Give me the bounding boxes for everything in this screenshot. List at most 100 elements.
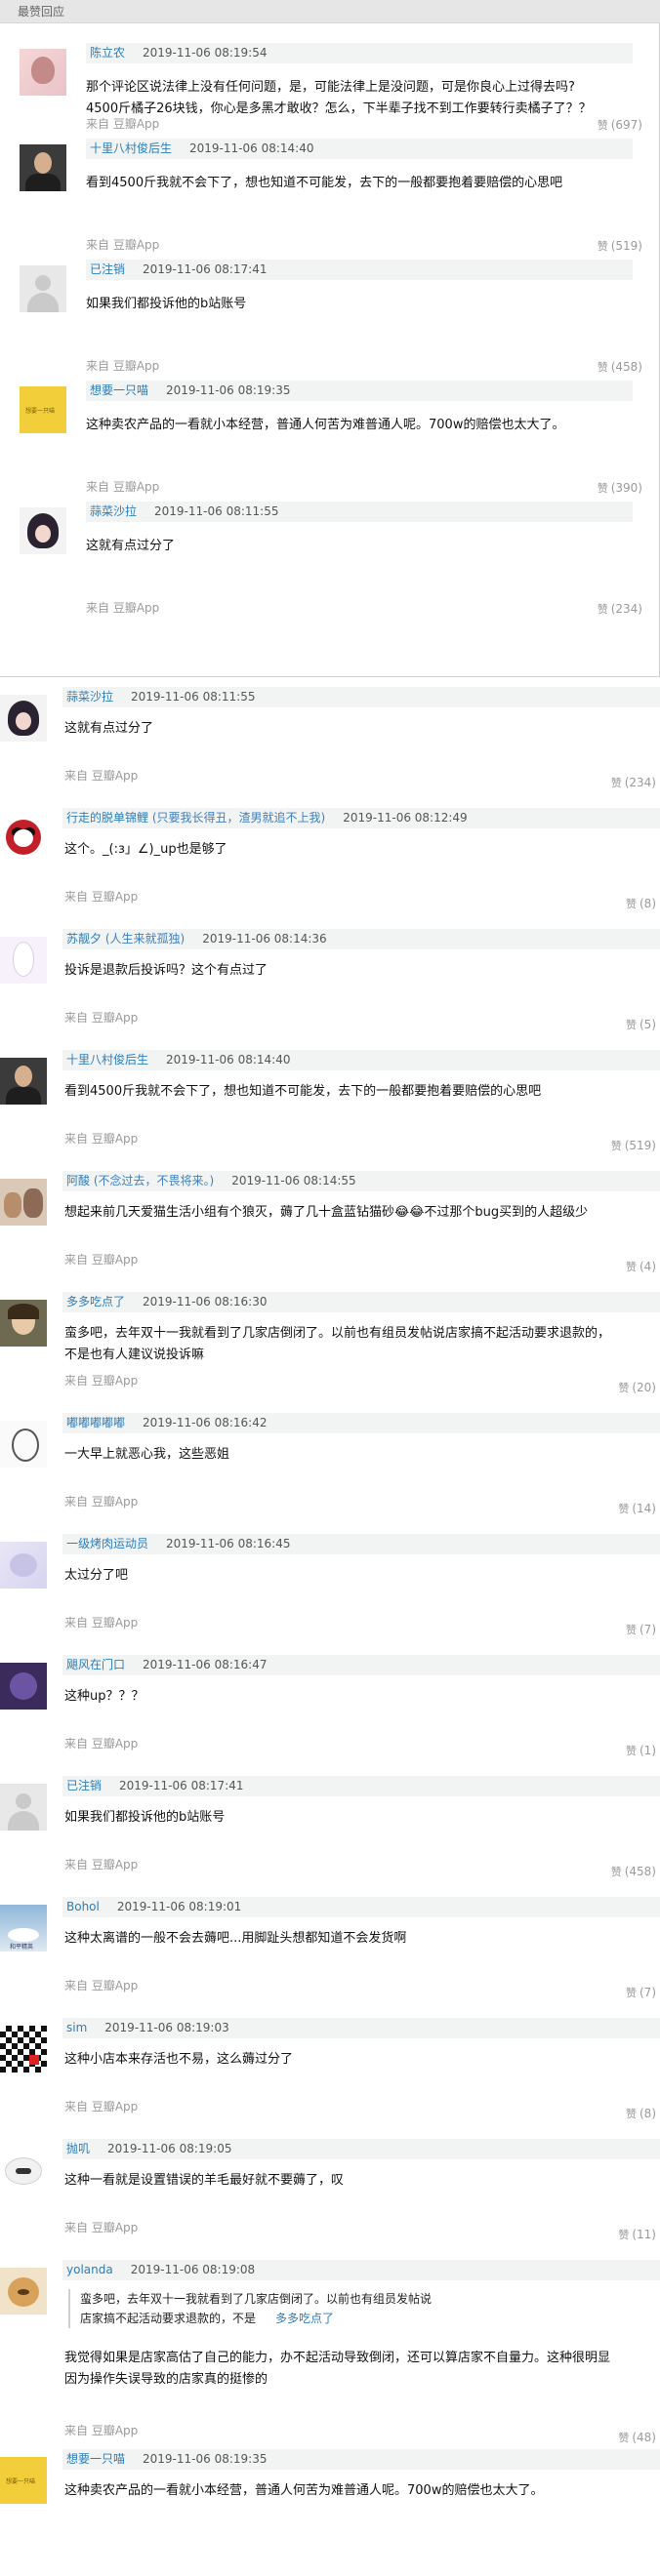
like-count[interactable]: 赞 (7): [626, 1622, 656, 1637]
comment-meta: 想要一只喵 2019-11-06 08:19:35: [62, 2449, 660, 2470]
timestamp: 2019-11-06 08:19:05: [107, 2142, 232, 2155]
avatar[interactable]: [0, 1421, 47, 1468]
author-name: sim: [66, 2021, 88, 2034]
avatar[interactable]: [20, 507, 66, 554]
like-count[interactable]: 赞 (4): [626, 1259, 656, 1274]
like-count[interactable]: 赞 (234): [598, 601, 642, 617]
avatar[interactable]: [0, 816, 47, 863]
author-link[interactable]: 嘟嘟嘟嘟嘟: [62, 1416, 125, 1429]
like-word: 赞: [618, 2229, 630, 2241]
like-count[interactable]: 赞 (5): [626, 1017, 656, 1032]
avatar[interactable]: [0, 695, 47, 742]
author-link[interactable]: Bohol: [62, 1900, 100, 1913]
author-name: 蒜菜沙拉: [66, 690, 114, 704]
hot-comment: 来自 豆瓣App 赞 (697) 十里八村俊后生 2019-11-06 08:14:40…: [0, 117, 660, 240]
like-count[interactable]: 赞 (8): [626, 2106, 656, 2121]
like-number: (8): [639, 897, 656, 910]
avatar-image: [0, 2147, 47, 2194]
like-number: (697): [610, 118, 642, 132]
author-link[interactable]: 苏靓夕 (人生来就孤独): [62, 932, 185, 946]
avatar-image: 和平精英: [0, 1905, 47, 1952]
avatar[interactable]: 想要一只喵: [0, 2457, 47, 2504]
section-header: 最赞回应: [0, 0, 660, 23]
quote-author-link[interactable]: 多多吃点了: [275, 2312, 334, 2325]
avatar-image: [20, 265, 66, 312]
quoted-reply: 蛮多吧，去年双十一我就看到了几家店倒闭了。以前也有组员发帖说 店家搞不起活动要求…: [68, 2289, 576, 2328]
author-link[interactable]: 一级烤肉运动员: [62, 1537, 148, 1550]
like-count[interactable]: 赞 (519): [611, 1138, 656, 1153]
avatar-image: 想要一只喵: [20, 386, 66, 433]
avatar[interactable]: [0, 2268, 47, 2314]
like-number: (4): [639, 1260, 656, 1273]
avatar[interactable]: [20, 265, 66, 312]
author-link[interactable]: 蒜菜沙拉: [86, 504, 137, 518]
avatar[interactable]: [0, 1300, 47, 1347]
like-count[interactable]: 赞 (48): [618, 2430, 656, 2445]
like-count[interactable]: 赞 (20): [618, 1380, 656, 1395]
avatar[interactable]: 想要一只喵: [20, 386, 66, 433]
source-label: 来自 豆瓣App: [64, 1253, 139, 1267]
author-signature: (只要我长得丑，渣男就追不上我): [151, 811, 326, 825]
source-label: 来自 豆瓣App: [64, 1374, 139, 1388]
avatar[interactable]: 和平精英: [0, 1905, 47, 1952]
author-link[interactable]: 陈立农: [86, 46, 125, 60]
like-count[interactable]: 赞 (519): [598, 238, 642, 254]
author-link[interactable]: 行走的脱单锦鲤 (只要我长得丑，渣男就追不上我): [62, 811, 325, 825]
avatar[interactable]: [0, 1784, 47, 1831]
like-word: 赞: [626, 1987, 637, 1999]
like-count[interactable]: 赞 (234): [611, 775, 656, 790]
avatar[interactable]: [0, 2026, 47, 2073]
avatar[interactable]: [0, 937, 47, 984]
author-link[interactable]: 十里八村俊后生: [86, 141, 172, 155]
like-word: 赞: [597, 482, 608, 495]
like-count[interactable]: 赞 (8): [626, 896, 656, 911]
comment-meta: 十里八村俊后生 2019-11-06 08:14:40: [62, 1050, 660, 1070]
avatar[interactable]: [0, 1542, 47, 1589]
avatar[interactable]: [20, 49, 66, 96]
comment-text: 这种卖农产品的一看就小本经营，普通人何苦为难普通人呢。700w的赔偿也太大了。: [86, 418, 565, 432]
avatar[interactable]: [0, 1179, 47, 1226]
like-count[interactable]: 赞 (458): [598, 359, 642, 375]
author-link[interactable]: 十里八村俊后生: [62, 1053, 148, 1067]
avatar[interactable]: [20, 144, 66, 191]
like-count[interactable]: 赞 (1): [626, 1743, 656, 1758]
author-link[interactable]: sim: [62, 2021, 87, 2034]
like-count[interactable]: 赞 (7): [626, 1985, 656, 2000]
author-link[interactable]: 已注销: [86, 262, 125, 276]
timestamp: 2019-11-06 08:19:01: [116, 1900, 242, 1913]
avatar[interactable]: [0, 1663, 47, 1710]
avatar[interactable]: [0, 2147, 47, 2194]
avatar[interactable]: [0, 1058, 47, 1105]
like-number: (5): [639, 1018, 656, 1031]
like-number: (48): [632, 2431, 656, 2444]
author-link[interactable]: 飓风在门口: [62, 1658, 125, 1671]
avatar-image: [0, 816, 47, 863]
author-link[interactable]: 抛叽: [62, 2142, 90, 2155]
author-link[interactable]: 已注销: [62, 1779, 102, 1792]
author-signature: (不念过去，不畏将来。): [93, 1174, 215, 1187]
author-link[interactable]: 想要一只喵: [62, 2452, 125, 2466]
avatar-image: [0, 1784, 47, 1831]
like-number: (519): [610, 239, 642, 253]
author-link[interactable]: 想要一只喵: [86, 383, 148, 397]
like-count[interactable]: 赞 (390): [598, 480, 642, 496]
timestamp: 2019-11-06 08:11:55: [154, 504, 279, 518]
like-count[interactable]: 赞 (697): [598, 117, 642, 133]
comment-text: 这就有点过分了: [86, 539, 176, 553]
timestamp: 2019-11-06 08:16:47: [143, 1658, 268, 1671]
source-label: 来自 豆瓣App: [64, 1858, 139, 1872]
like-count[interactable]: 赞 (458): [611, 1864, 656, 1879]
comment-meta: 嘟嘟嘟嘟嘟 2019-11-06 08:16:42: [62, 1413, 660, 1433]
timestamp: 2019-11-06 08:16:42: [143, 1416, 268, 1429]
author-name: 一级烤肉运动员: [66, 1537, 149, 1550]
avatar-image: [0, 1179, 47, 1226]
author-link[interactable]: 多多吃点了: [62, 1295, 125, 1308]
comment-text: 这种太离谱的一般不会去薅吧...用脚趾头想都知道不会发货啊: [64, 1931, 407, 1946]
author-link[interactable]: 阿酸 (不念过去，不畏将来。): [62, 1174, 214, 1187]
like-word: 赞: [626, 2108, 637, 2120]
author-link[interactable]: yolanda: [62, 2263, 113, 2276]
comment-text: 这种小店本来存活也不易，这么薅过分了: [64, 2052, 294, 2067]
like-count[interactable]: 赞 (14): [618, 1501, 656, 1516]
like-count[interactable]: 赞 (11): [618, 2227, 656, 2242]
author-link[interactable]: 蒜菜沙拉: [62, 690, 113, 704]
